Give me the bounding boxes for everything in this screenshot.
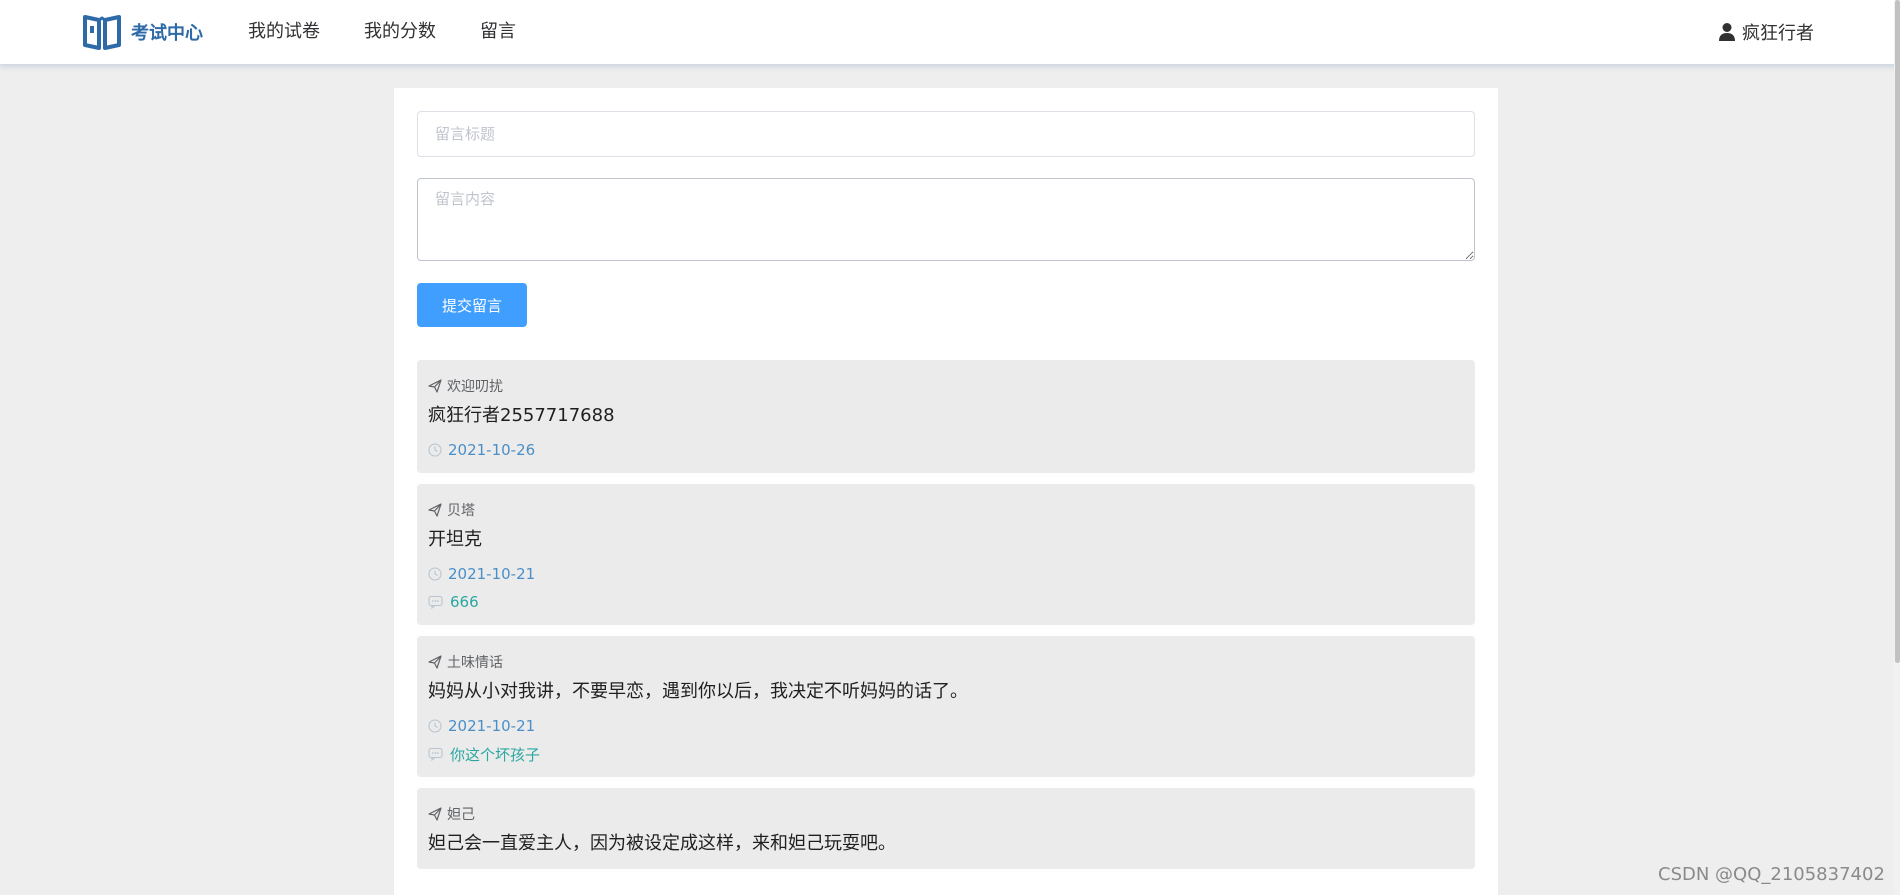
book-icon [83, 15, 121, 50]
user-menu[interactable]: 疯狂行者 [1718, 0, 1814, 64]
message-content: 妈妈从小对我讲，不要早恋，遇到你以后，我决定不听妈妈的话了。 [428, 681, 968, 702]
message-title-row: 妲己 [428, 805, 1464, 823]
message-title-row: 欢迎叨扰 [428, 377, 1464, 395]
message-date: 2021-10-21 [448, 717, 536, 735]
logo[interactable]: 考试中心 [82, 12, 203, 52]
message-time-row: 2021-10-26 [428, 441, 1464, 459]
message-list: 欢迎叨扰 疯狂行者2557717688 2021-10-26 贝塔 开坦克 20… [417, 360, 1475, 880]
message-date: 2021-10-21 [448, 565, 536, 583]
chat-bubble-icon [428, 747, 443, 761]
clock-icon [428, 719, 442, 733]
message-content-textarea[interactable] [417, 178, 1475, 261]
message-reply: 666 [450, 593, 479, 611]
top-navbar: 考试中心 我的试卷 我的分数 留言 疯狂行者 [0, 0, 1900, 64]
chat-bubble-icon [428, 595, 443, 609]
message-time-row: 2021-10-21 [428, 717, 1464, 735]
nav-item-my-scores[interactable]: 我的分数 [364, 0, 436, 64]
user-name: 疯狂行者 [1742, 23, 1814, 44]
message-board-panel: 提交留言 欢迎叨扰 疯狂行者2557717688 2021-10-26 [394, 88, 1498, 895]
message-date: 2021-10-26 [448, 441, 536, 459]
message-content: 妲己会一直爱主人，因为被设定成这样，来和妲己玩耍吧。 [428, 833, 896, 854]
send-icon [428, 655, 442, 669]
logo-text: 考试中心 [131, 23, 203, 44]
send-icon [428, 503, 442, 517]
message-card: 土味情话 妈妈从小对我讲，不要早恋，遇到你以后，我决定不听妈妈的话了。 2021… [417, 636, 1475, 777]
message-card: 欢迎叨扰 疯狂行者2557717688 2021-10-26 [417, 360, 1475, 473]
watermark-text: CSDN @QQ_2105837402 [1658, 864, 1885, 885]
message-title-row: 土味情话 [428, 653, 1464, 671]
clock-icon [428, 443, 442, 457]
user-icon [1719, 23, 1735, 41]
clock-icon [428, 567, 442, 581]
message-title: 土味情话 [447, 655, 503, 671]
nav-item-messages[interactable]: 留言 [480, 0, 516, 64]
message-reply-row: 666 [428, 593, 1464, 611]
scrollbar-thumb[interactable] [1895, 0, 1900, 663]
message-reply: 你这个坏孩子 [450, 745, 541, 764]
message-card: 妲己 妲己会一直爱主人，因为被设定成这样，来和妲己玩耍吧。 [417, 788, 1475, 869]
message-title: 贝塔 [447, 503, 475, 519]
send-icon [428, 807, 442, 821]
main-nav: 我的试卷 我的分数 留言 [248, 0, 560, 64]
message-card: 贝塔 开坦克 2021-10-21 666 [417, 484, 1475, 625]
message-title: 欢迎叨扰 [447, 379, 503, 395]
message-title-input[interactable] [417, 111, 1475, 157]
message-reply-row: 你这个坏孩子 [428, 745, 1464, 764]
message-content: 疯狂行者2557717688 [428, 405, 615, 426]
submit-message-button[interactable]: 提交留言 [417, 283, 527, 327]
message-title-row: 贝塔 [428, 501, 1464, 519]
message-content: 开坦克 [428, 529, 482, 550]
send-icon [428, 379, 442, 393]
message-time-row: 2021-10-21 [428, 565, 1464, 583]
message-title: 妲己 [447, 807, 475, 823]
nav-item-my-papers[interactable]: 我的试卷 [248, 0, 320, 64]
